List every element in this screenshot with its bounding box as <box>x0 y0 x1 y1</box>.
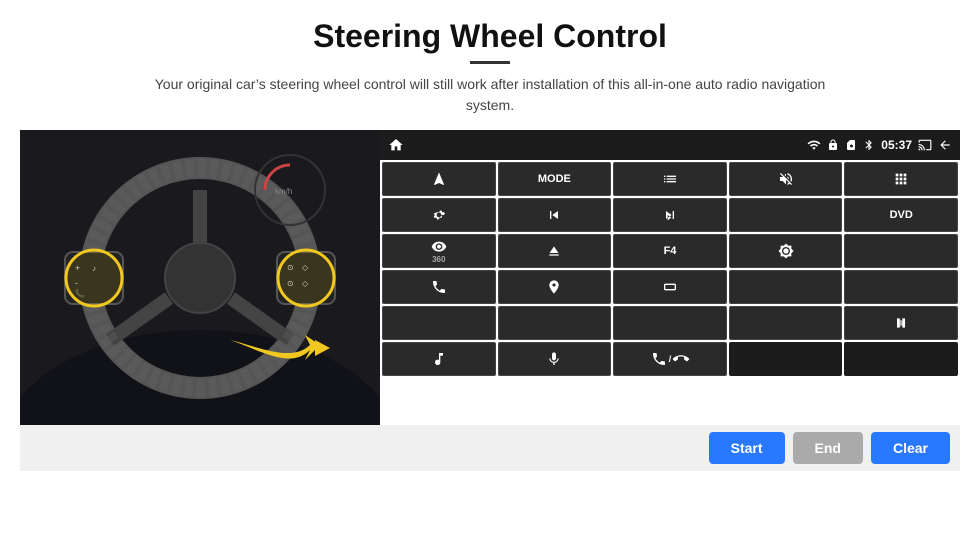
btn-brightness[interactable] <box>729 234 843 268</box>
content-row: + - 📞 ♪ ⊙ ◇ ⊙ ◇ <box>20 130 960 425</box>
btn-eq[interactable] <box>729 270 843 304</box>
btn-mic[interactable] <box>498 342 612 376</box>
page-subtitle: Your original car’s steering wheel contr… <box>130 74 850 116</box>
back-status-icon <box>938 138 952 152</box>
btn-eject[interactable] <box>498 234 612 268</box>
btn-navi[interactable] <box>498 270 612 304</box>
button-grid: MODE <box>380 160 960 378</box>
end-button[interactable]: End <box>793 432 863 464</box>
btn-media[interactable]: DVD <box>844 198 958 232</box>
lock-status-icon <box>827 139 839 151</box>
btn-360[interactable]: 360 <box>382 234 496 268</box>
cast-status-icon <box>918 138 932 152</box>
wifi-status-icon <box>807 138 821 152</box>
status-time: 05:37 <box>881 138 912 152</box>
btn-mode[interactable]: MODE <box>498 162 612 196</box>
status-right: 05:37 <box>807 138 952 152</box>
sim-status-icon <box>845 139 857 151</box>
home-icon <box>388 137 404 153</box>
btn-f5[interactable] <box>729 306 843 340</box>
btn-playpause[interactable] <box>844 306 958 340</box>
btn-phone[interactable] <box>382 270 496 304</box>
btn-dvd[interactable] <box>844 234 958 268</box>
btn-empty1 <box>729 342 843 376</box>
btn-f2[interactable] <box>382 306 496 340</box>
btn-mute[interactable] <box>729 162 843 196</box>
btn-settings[interactable] <box>382 198 496 232</box>
clear-button[interactable]: Clear <box>871 432 950 464</box>
btn-radio[interactable]: F4 <box>613 234 727 268</box>
status-left <box>388 137 404 153</box>
btn-empty2 <box>844 342 958 376</box>
btn-list[interactable] <box>613 162 727 196</box>
radio-panel-container: 05:37 MODE <box>380 130 960 378</box>
bottom-action-bar: Start End Clear <box>20 425 960 471</box>
bluetooth-status-icon <box>863 139 875 151</box>
svg-text:km/h: km/h <box>275 187 292 196</box>
btn-aspect[interactable] <box>613 270 727 304</box>
btn-f4[interactable] <box>613 306 727 340</box>
btn-tv[interactable] <box>729 198 843 232</box>
btn-phonecall[interactable]: / <box>613 342 727 376</box>
btn-music[interactable] <box>382 342 496 376</box>
btn-prev[interactable] <box>498 198 612 232</box>
btn-next[interactable] <box>613 198 727 232</box>
page-wrapper: Steering Wheel Control Your original car… <box>0 0 980 544</box>
btn-apps[interactable] <box>844 162 958 196</box>
btn-f3[interactable] <box>498 306 612 340</box>
steering-wheel-image: + - 📞 ♪ ⊙ ◇ ⊙ ◇ <box>20 130 380 425</box>
start-button[interactable]: Start <box>709 432 785 464</box>
title-divider <box>470 61 510 64</box>
status-bar: 05:37 <box>380 130 960 160</box>
btn-f1[interactable] <box>844 270 958 304</box>
page-title: Steering Wheel Control <box>313 18 667 55</box>
btn-nav[interactable] <box>382 162 496 196</box>
